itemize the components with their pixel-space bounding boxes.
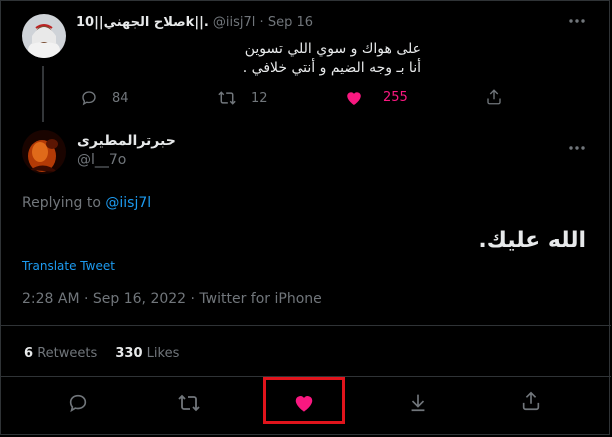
main-avatar[interactable]	[22, 130, 66, 174]
retweet-icon	[217, 89, 237, 107]
reply-icon	[80, 89, 98, 107]
retweet-icon	[177, 392, 201, 414]
parent-reply-action[interactable]: 84	[80, 89, 129, 107]
replying-handle-link[interactable]: @iisj7l	[105, 195, 151, 211]
main-name-block: حبرترالمطيرى @l__7o	[77, 133, 176, 168]
parent-text-line2: أنا بـ وجه الضيم و أنتي خلافي .	[242, 60, 421, 76]
share-button[interactable]	[520, 390, 542, 412]
parent-handle[interactable]: @iisj7l	[213, 15, 256, 30]
parent-more-icon[interactable]	[568, 12, 586, 28]
translate-tweet-link[interactable]: Translate Tweet	[22, 259, 115, 273]
share-icon	[520, 390, 542, 412]
parent-share-icon[interactable]	[485, 88, 503, 106]
replying-label: Replying to	[22, 195, 101, 211]
main-display-name[interactable]: حبرترالمطيرى	[77, 133, 176, 149]
parent-text-line1: على هواك و سوي اللي تسوين	[244, 41, 421, 57]
parent-retweet-count: 12	[251, 90, 268, 106]
parent-avatar[interactable]	[22, 14, 66, 58]
parent-like-action[interactable]: 255	[345, 89, 408, 106]
header-separator: ·	[259, 15, 264, 30]
like-highlight-box	[263, 377, 345, 424]
likes-label: Likes	[146, 346, 180, 361]
retweets-count: 6	[24, 346, 34, 361]
replying-to: Replying to @iisj7l	[22, 195, 151, 211]
parent-reply-count: 84	[112, 90, 129, 106]
parent-display-name[interactable]: صلاح الجهني||10k||.	[76, 15, 209, 30]
main-tweet-text: الله عليك.	[478, 228, 586, 253]
tweet-timestamp[interactable]: 2:28 AM · Sep 16, 2022 · Twitter for iPh…	[22, 291, 322, 307]
parent-like-count: 255	[383, 90, 408, 105]
reply-button[interactable]	[67, 392, 89, 414]
parent-text: على هواك و سوي اللي تسوين أنا بـ وجه الض…	[243, 40, 421, 78]
main-more-icon[interactable]	[568, 139, 586, 155]
likes-stat[interactable]: 330 Likes	[115, 346, 179, 361]
parent-retweet-action[interactable]: 12	[217, 89, 268, 107]
bookmark-download-icon	[407, 391, 429, 413]
likes-count: 330	[115, 346, 143, 361]
heart-icon	[345, 89, 363, 106]
retweet-button[interactable]	[177, 392, 201, 414]
main-handle[interactable]: @l__7o	[77, 152, 176, 168]
tweet-stats: 6 Retweets 330 Likes	[24, 346, 179, 361]
reply-icon	[67, 392, 89, 414]
retweets-stat[interactable]: 6 Retweets	[24, 346, 101, 361]
bookmark-button[interactable]	[407, 391, 429, 413]
divider-top	[1, 325, 611, 326]
retweets-label: Retweets	[37, 346, 98, 361]
thread-connector	[42, 66, 44, 122]
parent-header: صلاح الجهني||10k||. @iisj7l · Sep 16	[76, 15, 313, 30]
parent-date[interactable]: Sep 16	[268, 15, 313, 30]
